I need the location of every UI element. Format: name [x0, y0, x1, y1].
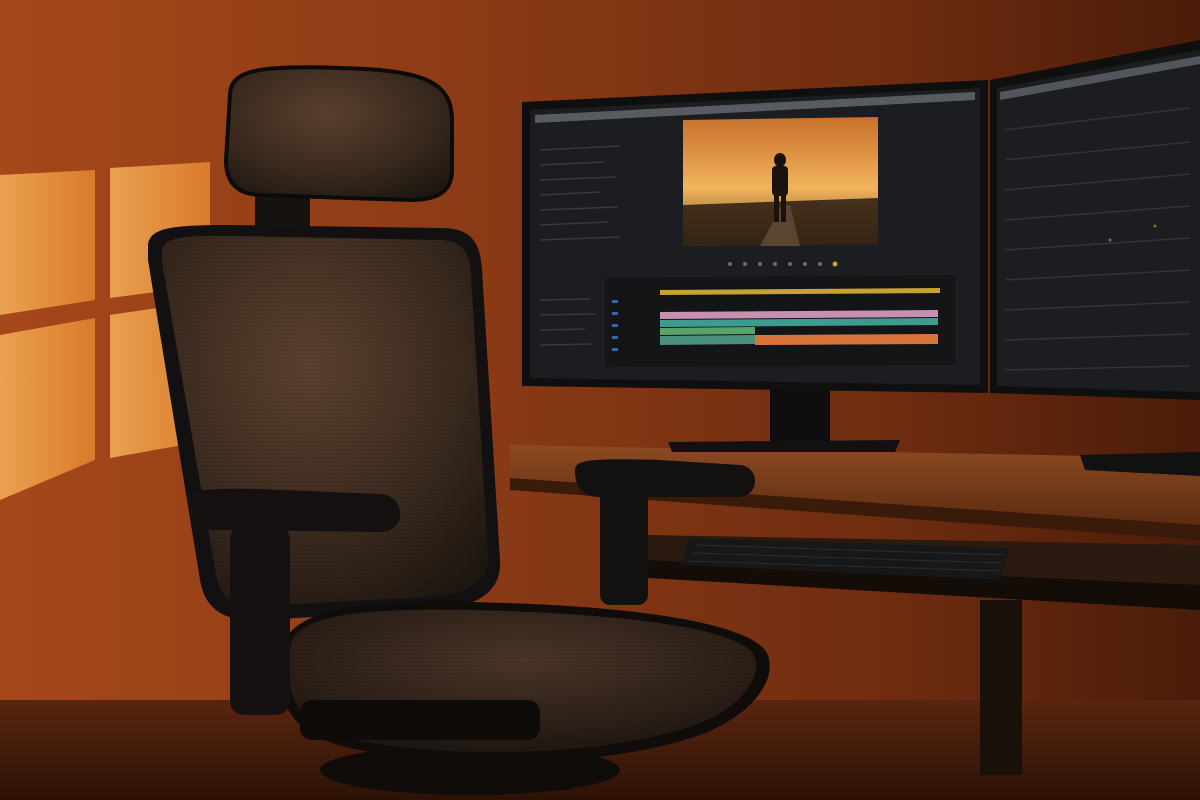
desk-leg — [980, 600, 1022, 775]
monitor-right — [990, 40, 1200, 400]
photo-scene — [0, 0, 1200, 800]
monitor-left — [522, 80, 988, 393]
scene-illustration — [0, 0, 1200, 800]
seat-mechanism — [300, 700, 540, 740]
video-preview-icon — [683, 117, 878, 246]
timeline-icon — [605, 275, 955, 367]
